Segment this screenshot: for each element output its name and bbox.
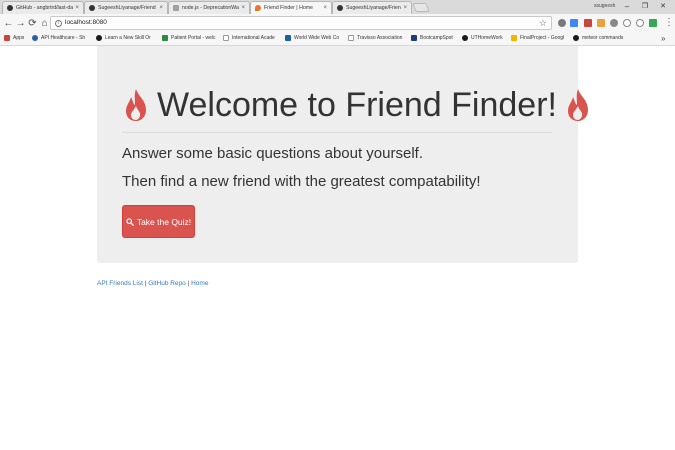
github-icon xyxy=(89,5,95,11)
extension-icon[interactable] xyxy=(610,19,618,27)
github-repo-link[interactable]: GitHub Repo xyxy=(148,280,186,287)
bookmarks-bar: Apps API Healthcare - Sh Learn a New Ski… xyxy=(0,33,675,46)
info-icon[interactable]: i xyxy=(55,20,62,27)
minimize-icon[interactable]: – xyxy=(620,1,634,12)
tab-close-icon[interactable]: × xyxy=(403,5,407,11)
bookmark-icon xyxy=(32,35,38,41)
maximize-icon[interactable]: ❐ xyxy=(638,1,652,12)
extension-icon[interactable] xyxy=(623,19,631,27)
forward-icon[interactable]: → xyxy=(15,18,26,29)
browser-tab[interactable]: node.js - DeprecationWa × xyxy=(168,1,250,14)
bookmark-label: Learn a New Skill Or xyxy=(105,35,151,41)
bookmark-item[interactable]: meteor commands xyxy=(573,35,635,41)
page-icon xyxy=(348,35,354,41)
lead-text-2: Then find a new friend with the greatest… xyxy=(122,173,481,190)
github-icon xyxy=(337,5,343,11)
search-icon xyxy=(126,217,134,226)
bookmark-item[interactable]: BootcampSpot xyxy=(411,35,467,41)
browser-menu-icon[interactable]: ⋮ xyxy=(664,17,674,28)
bookmark-label: FinalProject - Googl xyxy=(520,35,565,41)
api-friends-link[interactable]: API Friends List xyxy=(97,280,143,287)
bookmark-label: BootcampSpot xyxy=(420,35,453,41)
bookmark-item[interactable]: FinalProject - Googl xyxy=(511,35,571,41)
page-icon xyxy=(223,35,229,41)
bookmark-label: Patient Portal - welc xyxy=(171,35,216,41)
bookmark-icon xyxy=(511,35,517,41)
bookmark-item[interactable]: UTHomeWork xyxy=(462,35,510,41)
bookmark-label: World Wide Web Co xyxy=(294,35,340,41)
new-tab-button[interactable] xyxy=(412,3,430,12)
address-bar[interactable]: i localhost:8080 ☆ xyxy=(50,16,552,30)
tab-strip: GitHub - angbrtrd/last-da × SugeeshLiyan… xyxy=(0,0,675,14)
github-icon xyxy=(573,35,579,41)
extension-icon[interactable] xyxy=(636,19,644,27)
bookmark-item[interactable]: Patient Portal - welc xyxy=(162,35,222,41)
tab-title: SugeeshLiyanage/Friend xyxy=(98,5,156,11)
extension-icon[interactable] xyxy=(570,19,578,27)
extension-icon[interactable] xyxy=(597,19,605,27)
tab-close-icon[interactable]: × xyxy=(323,5,327,11)
bookmark-item[interactable]: API Healthcare - Sh xyxy=(32,35,94,41)
bookmark-icon xyxy=(162,35,168,41)
browser-tab-active[interactable]: Friend Finder | Home × xyxy=(250,1,332,14)
tab-title: GitHub - angbrtrd/last-da xyxy=(16,5,74,11)
bookmark-apps[interactable]: Apps xyxy=(4,35,24,41)
bookmark-label: Apps xyxy=(13,35,25,41)
browser-toolbar: ← → ⟳ ⌂ i localhost:8080 ☆ ⋮ xyxy=(0,14,675,33)
back-icon[interactable]: ← xyxy=(3,18,14,29)
flame-icon xyxy=(255,5,261,11)
bookmark-label: Travisso Association xyxy=(357,35,403,41)
bookmark-label: API Healthcare - Sh xyxy=(41,35,86,41)
document-icon xyxy=(173,5,179,11)
take-quiz-label: Take the Quiz! xyxy=(136,216,192,227)
bookmark-icon xyxy=(96,35,102,41)
tab-close-icon[interactable]: × xyxy=(159,5,163,11)
bookmark-item[interactable]: Learn a New Skill Or xyxy=(96,35,158,41)
page-title: Welcome to Friend Finder! xyxy=(124,83,590,127)
reload-icon[interactable]: ⟳ xyxy=(27,18,38,29)
home-icon[interactable]: ⌂ xyxy=(39,18,50,29)
flame-icon xyxy=(567,89,588,121)
lead-text-1: Answer some basic questions about yourse… xyxy=(122,145,423,162)
github-icon xyxy=(7,5,13,11)
bookmark-item[interactable]: World Wide Web Co xyxy=(285,35,345,41)
divider xyxy=(122,132,552,133)
profile-name[interactable]: ssugeesh xyxy=(594,3,615,9)
bookmark-star-icon[interactable]: ☆ xyxy=(539,18,547,29)
browser-tab[interactable]: SugeeshLiyanage/Friend × xyxy=(84,1,168,14)
tab-title: Friend Finder | Home xyxy=(264,5,313,11)
extension-icon[interactable] xyxy=(649,19,657,27)
address-url[interactable]: localhost:8080 xyxy=(65,19,107,26)
home-link[interactable]: Home xyxy=(191,280,208,287)
tab-title: SugeeshLiyanage/Friend xyxy=(346,5,402,11)
tab-close-icon[interactable]: × xyxy=(241,5,245,11)
bookmark-label: meteor commands xyxy=(582,35,624,41)
bookmark-label: UTHomeWork xyxy=(471,35,503,41)
bookmark-item[interactable]: Travisso Association xyxy=(348,35,408,41)
bookmark-icon xyxy=(411,35,417,41)
bookmark-label: International Acade xyxy=(232,35,275,41)
bookmarks-overflow-icon[interactable]: » xyxy=(661,34,665,43)
extension-icon[interactable] xyxy=(584,19,592,27)
take-quiz-button[interactable]: Take the Quiz! xyxy=(122,205,195,238)
flame-icon xyxy=(126,89,146,121)
tab-title: node.js - DeprecationWa xyxy=(182,5,239,11)
browser-tab[interactable]: SugeeshLiyanage/Friend × xyxy=(332,1,412,14)
page-title-text: Welcome to Friend Finder! xyxy=(157,85,557,124)
tab-close-icon[interactable]: × xyxy=(75,5,79,11)
apps-icon xyxy=(4,35,10,41)
bookmark-icon xyxy=(285,35,291,41)
browser-tab[interactable]: GitHub - angbrtrd/last-da × xyxy=(2,1,84,14)
footer-links: API Friends List | GitHub Repo | Home xyxy=(97,280,208,287)
github-icon xyxy=(462,35,468,41)
extension-icon[interactable] xyxy=(558,19,566,27)
close-window-icon[interactable]: ✕ xyxy=(656,1,670,12)
bookmark-item[interactable]: International Acade xyxy=(223,35,283,41)
